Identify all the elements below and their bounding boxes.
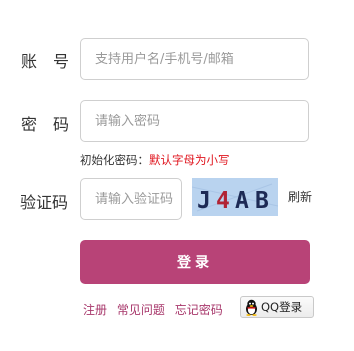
password-field[interactable] (80, 100, 309, 142)
qq-login-label: QQ登录 (261, 300, 303, 314)
refresh-captcha-link[interactable]: 刷新 (288, 188, 312, 205)
qq-login-button[interactable]: QQ登录 (240, 296, 314, 318)
footer-links: 注册 常见问题 忘记密码 (83, 301, 229, 318)
captcha-image[interactable]: J 4 A B (192, 178, 278, 216)
captcha-input[interactable] (95, 191, 181, 207)
captcha-label: 验证码 (20, 193, 69, 212)
password-hint: 初始化密码：默认字母为小写 (80, 152, 230, 168)
captcha-field[interactable] (80, 178, 182, 220)
faq-link[interactable]: 常见问题 (117, 303, 165, 317)
login-button[interactable]: 登录 (80, 240, 310, 284)
password-label: 密 码 (21, 115, 70, 134)
forgot-password-link[interactable]: 忘记密码 (175, 303, 223, 317)
qq-penguin-icon (246, 299, 257, 316)
account-field[interactable] (80, 38, 309, 80)
password-input[interactable] (95, 113, 308, 129)
account-label: 账 号 (21, 52, 70, 71)
captcha-svg: J 4 A B (192, 178, 278, 216)
account-input[interactable] (95, 51, 308, 67)
captcha-char-3: A (235, 188, 249, 214)
captcha-char-2: 4 (216, 188, 230, 214)
captcha-char-4: B (255, 188, 269, 214)
register-link[interactable]: 注册 (83, 303, 107, 317)
hint-value: 默认字母为小写 (149, 153, 230, 167)
captcha-char-1: J (197, 188, 211, 214)
hint-prefix: 初始化密码： (80, 153, 149, 167)
